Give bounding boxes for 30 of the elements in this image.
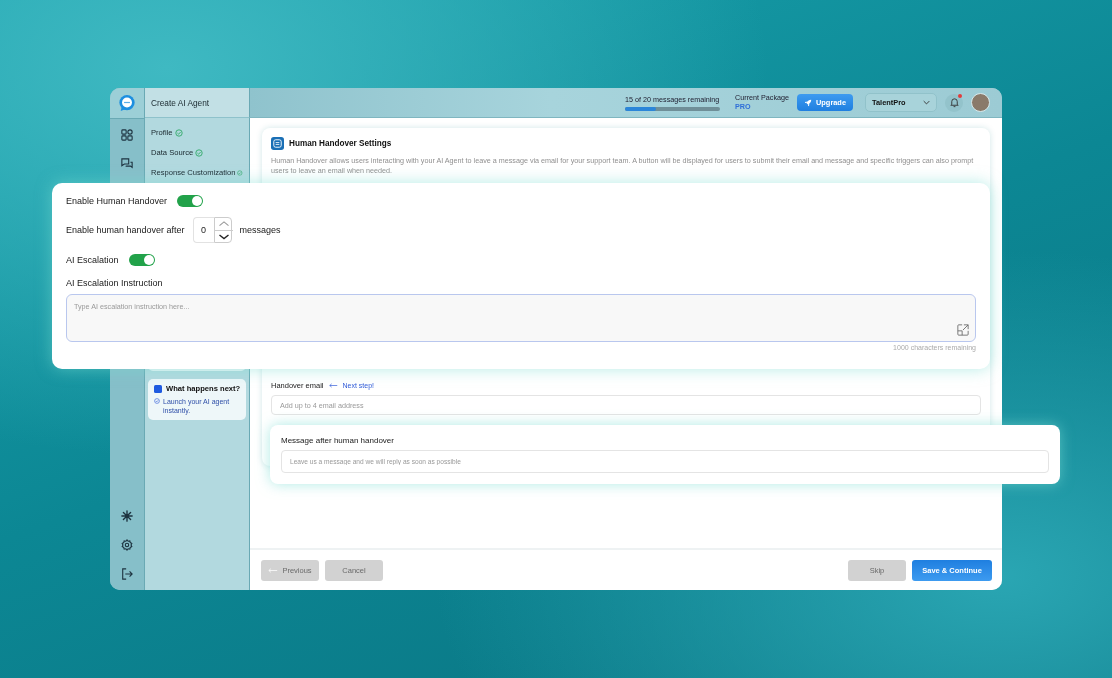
dashboard-grid-icon[interactable] — [121, 129, 133, 141]
field-label: AI Escalation Instruction — [66, 278, 163, 288]
info-square-icon — [154, 384, 162, 393]
caret-icon — [923, 100, 930, 105]
toggle-label: Enable Human Handover — [66, 196, 168, 206]
chat-bubble-logo-icon — [118, 94, 136, 112]
chat-bubbles-icon[interactable] — [121, 158, 133, 170]
page-title: Create AI Agent — [151, 97, 210, 108]
rocket-icon — [804, 98, 812, 107]
avatar[interactable] — [971, 93, 990, 112]
unit-label: messages — [239, 225, 281, 235]
stepper-arrows[interactable] — [213, 217, 232, 243]
field-label: Message after human handover — [281, 436, 395, 445]
toggle-label: AI Escalation — [66, 255, 119, 265]
card-title: Human Handover Settings — [289, 139, 392, 148]
notification-button[interactable] — [945, 93, 963, 112]
toggle-switch[interactable] — [128, 254, 155, 266]
left-arrow-icon — [268, 567, 279, 573]
handover-app-icon — [271, 137, 284, 150]
left-arrow-icon — [328, 383, 338, 389]
toggle-switch[interactable] — [177, 195, 204, 207]
asterisk-icon[interactable] — [121, 510, 133, 522]
down-chevron-icon[interactable] — [214, 229, 233, 242]
settings-icon[interactable] — [121, 539, 133, 551]
field-label: Enable human handover after — [66, 225, 185, 235]
expand-icon[interactable] — [957, 324, 969, 336]
logout-icon[interactable] — [121, 568, 133, 580]
check-badge-icon — [154, 398, 160, 404]
bell-icon — [948, 97, 960, 108]
number-field[interactable]: 0 — [192, 217, 214, 243]
